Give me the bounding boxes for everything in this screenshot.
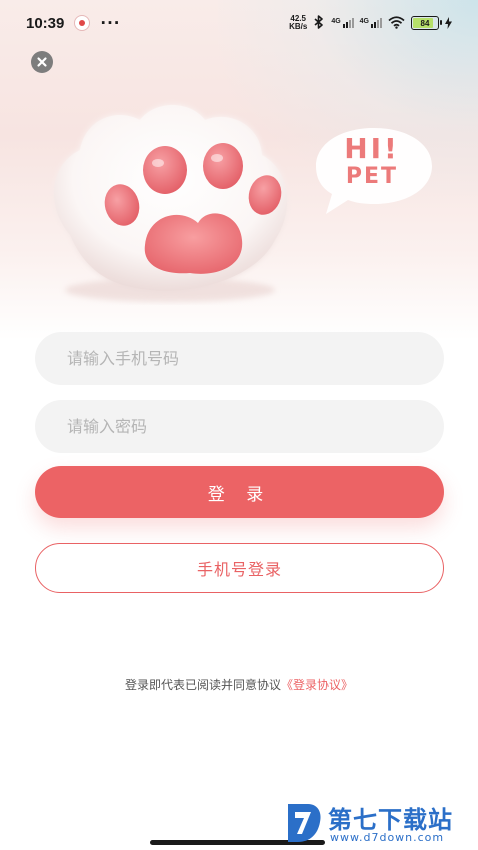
agreement-link[interactable]: 《登录协议》 — [281, 678, 353, 692]
network-speed-unit: KB/s — [289, 22, 308, 31]
status-bar: 10:39 ··· 42.5 KB/s 4G 4G 84 — [0, 0, 478, 46]
app-notification-icon — [74, 15, 91, 31]
bubble-greeting: HI! PET — [322, 135, 422, 188]
bubble-line-1: HI! — [344, 132, 400, 165]
status-bar-right: 42.5 KB/s 4G 4G 84 — [289, 14, 452, 33]
network-speed: 42.5 KB/s — [289, 15, 307, 31]
signal-sim1-icon: 4G — [331, 18, 354, 28]
login-button[interactable]: 登 录 — [35, 466, 444, 518]
sim2-network-type: 4G — [359, 18, 369, 25]
close-button[interactable] — [31, 51, 53, 73]
sim1-network-type: 4G — [331, 18, 341, 25]
wifi-icon — [388, 14, 405, 33]
bluetooth-icon — [313, 14, 325, 33]
bubble-line-2: PET — [345, 164, 399, 189]
password-input[interactable] — [35, 400, 444, 453]
signal-sim2-icon: 4G — [360, 18, 382, 28]
phone-login-button[interactable]: 手机号登录 — [35, 543, 444, 593]
watermark-url: www.d7down.com — [330, 831, 445, 844]
close-icon — [36, 53, 48, 72]
cat-paw-illustration — [53, 105, 288, 302]
status-bar-left: 10:39 ··· — [26, 14, 120, 32]
watermark: 第七下载站 www.d7down.com — [284, 800, 474, 848]
agreement-text: 登录即代表已阅读并同意协议 — [124, 678, 281, 692]
phone-number-input[interactable] — [35, 332, 444, 385]
watermark-title: 第七下载站 — [328, 806, 453, 834]
battery-level: 84 — [420, 18, 430, 28]
agreement-notice: 登录即代表已阅读并同意协议《登录协议》 — [0, 676, 478, 693]
charging-bolt-icon — [445, 14, 452, 33]
d7-logo-icon — [288, 804, 321, 842]
battery-icon: 84 — [411, 16, 442, 30]
more-notifications-icon: ··· — [100, 14, 121, 32]
status-time: 10:39 — [26, 14, 65, 32]
